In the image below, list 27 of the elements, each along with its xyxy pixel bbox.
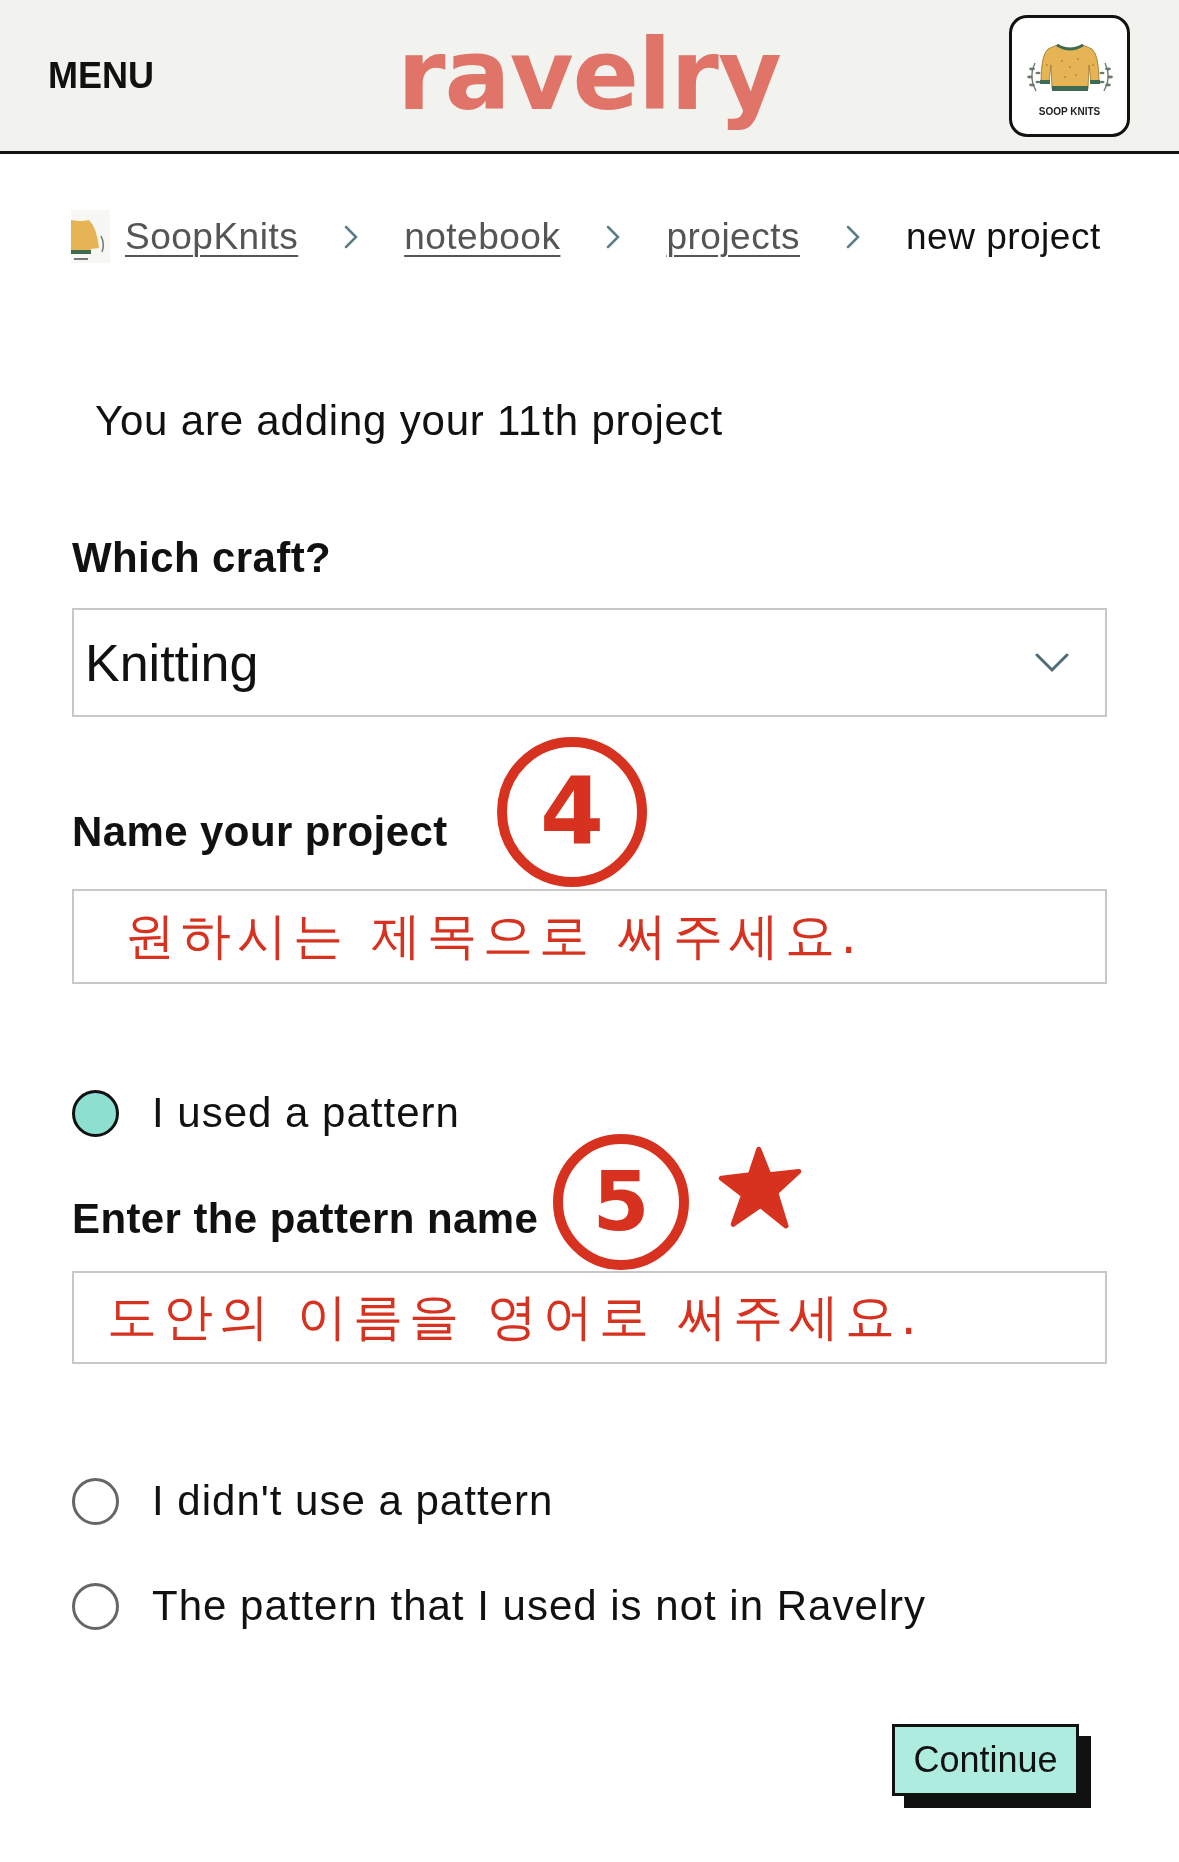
field-label: Name your project: [72, 810, 448, 854]
radio-label[interactable]: The pattern that I used is not in Ravelry: [152, 1582, 927, 1630]
field-label: Which craft?: [72, 536, 333, 580]
chevron-right-icon: [344, 224, 359, 249]
chevron-right-icon: [846, 224, 860, 249]
sweater-icon: [71, 210, 110, 263]
breadcrumb-link[interactable]: SoopKnits: [125, 215, 299, 258]
text-field[interactable]: 도안의 이름을 영어로 써주세요.: [72, 1271, 1107, 1364]
radio-label[interactable]: I didn't use a pattern: [152, 1477, 554, 1525]
project-count-text: You are adding your 11th project: [95, 397, 725, 445]
radio-button[interactable]: [72, 1089, 119, 1137]
radio-button[interactable]: [72, 1582, 119, 1630]
handwritten-note: 원하시는 제목으로 써주세요.: [125, 909, 863, 964]
chevron-right-icon: [606, 224, 621, 249]
radio-label[interactable]: I used a pattern: [152, 1089, 460, 1137]
menu-button[interactable]: MENU: [48, 54, 154, 97]
breadcrumb-current: new project: [906, 215, 1101, 258]
breadcrumb-link[interactable]: projects: [666, 215, 800, 258]
field-label: Enter the pattern name: [72, 1197, 539, 1241]
handwritten-note: 도안의 이름을 영어로 써주세요.: [107, 1290, 923, 1345]
user-avatar[interactable]: SOOP KNITS: [1009, 14, 1130, 137]
breadcrumb-link[interactable]: notebook: [404, 215, 561, 258]
craft-select[interactable]: Knitting: [72, 608, 1107, 717]
radio-button[interactable]: [72, 1477, 119, 1525]
avatar-caption: SOOP KNITS: [1038, 105, 1101, 117]
chevron-down-icon: [1035, 652, 1069, 673]
text-field[interactable]: 원하시는 제목으로 써주세요.: [72, 889, 1107, 984]
